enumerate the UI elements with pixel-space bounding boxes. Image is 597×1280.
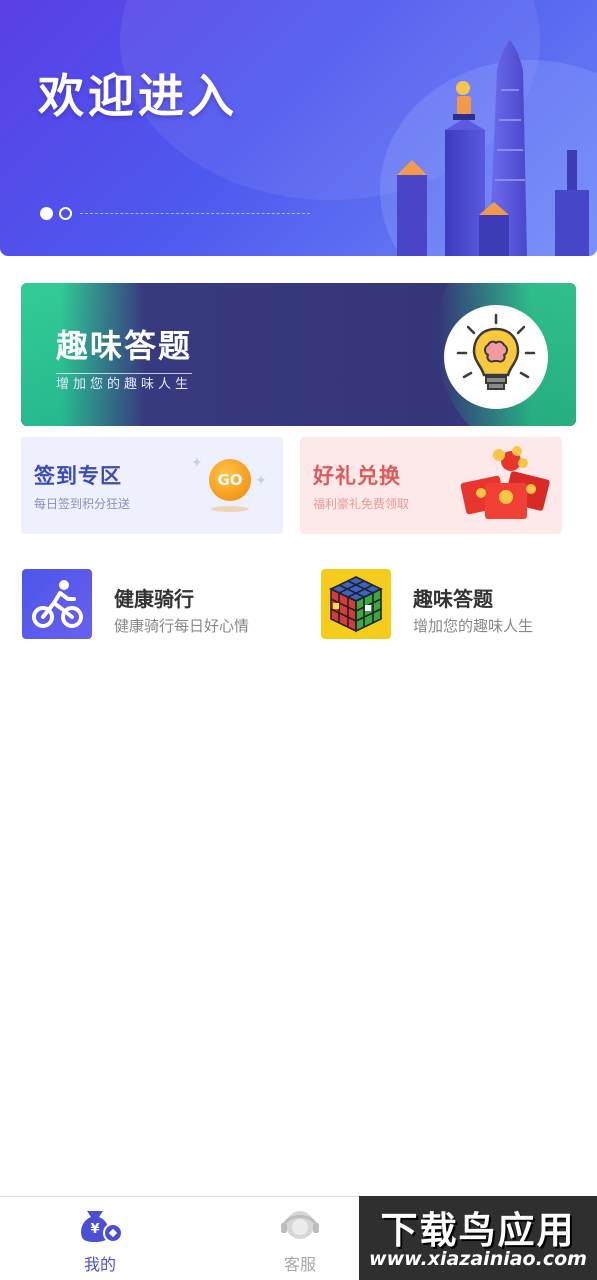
carousel-dot-active[interactable] (40, 207, 53, 220)
money-bag-icon: ¥ (75, 1205, 125, 1245)
watermark-url: www.xiazainiao.com (369, 1248, 587, 1270)
coin-shadow (211, 506, 249, 512)
item-title: 趣味答题 (413, 587, 493, 611)
nav-tab-mine[interactable]: ¥ 我的 (60, 1205, 140, 1277)
list-item-cycling[interactable]: 健康骑行 健康骑行每日好心情 (22, 569, 292, 639)
customer-service-icon (275, 1205, 325, 1245)
sign-in-subtitle: 每日签到积分狂送 (34, 497, 131, 511)
carousel-line (80, 213, 310, 214)
sparkle-icon: ✦ (191, 455, 203, 471)
item-title: 健康骑行 (114, 587, 194, 611)
list-item-quiz[interactable]: 趣味答题 增加您的趣味人生 (321, 569, 581, 639)
red-envelope-icon (460, 446, 550, 519)
site-watermark: 下载鸟应用 www.xiazainiao.com (359, 1196, 597, 1280)
watermark-text: 下载鸟应用 (380, 1209, 576, 1252)
sign-in-title: 签到专区 (34, 464, 122, 488)
gift-exchange-tile[interactable]: 好礼兑换 福利豪礼免费领取 (300, 437, 562, 534)
nav-tab-label: 我的 (83, 1255, 116, 1274)
nav-tab-label: 客服 (283, 1255, 316, 1274)
quiz-card-title: 趣味答题 (56, 321, 193, 374)
item-subtitle: 健康骑行每日好心情 (114, 617, 250, 635)
carousel-indicator[interactable] (40, 207, 72, 220)
banner-title: 欢迎进入 (38, 69, 238, 123)
lightbulb-icon (444, 305, 548, 409)
gift-exchange-subtitle: 福利豪礼免费领取 (313, 497, 410, 511)
sign-in-zone-tile[interactable]: 签到专区 每日签到积分狂送 ✦ ✦ GO (21, 437, 283, 534)
carousel-dot[interactable] (59, 207, 72, 220)
rubiks-cube-icon (321, 569, 391, 639)
item-subtitle: 增加您的趣味人生 (413, 617, 534, 635)
quiz-promo-card[interactable]: 趣味答题 增加您的趣味人生 (21, 283, 576, 426)
welcome-banner[interactable]: 欢迎进入 (0, 0, 597, 256)
gift-exchange-title: 好礼兑换 (313, 464, 401, 488)
bicycle-icon (22, 569, 92, 639)
svg-text:¥: ¥ (90, 1222, 99, 1237)
city-skyline-illustration (397, 40, 589, 256)
go-coin-icon: GO (209, 459, 251, 501)
sparkle-icon: ✦ (255, 473, 267, 489)
quiz-card-subtitle: 增加您的趣味人生 (56, 377, 193, 392)
nav-tab-service[interactable]: 客服 (260, 1205, 340, 1277)
